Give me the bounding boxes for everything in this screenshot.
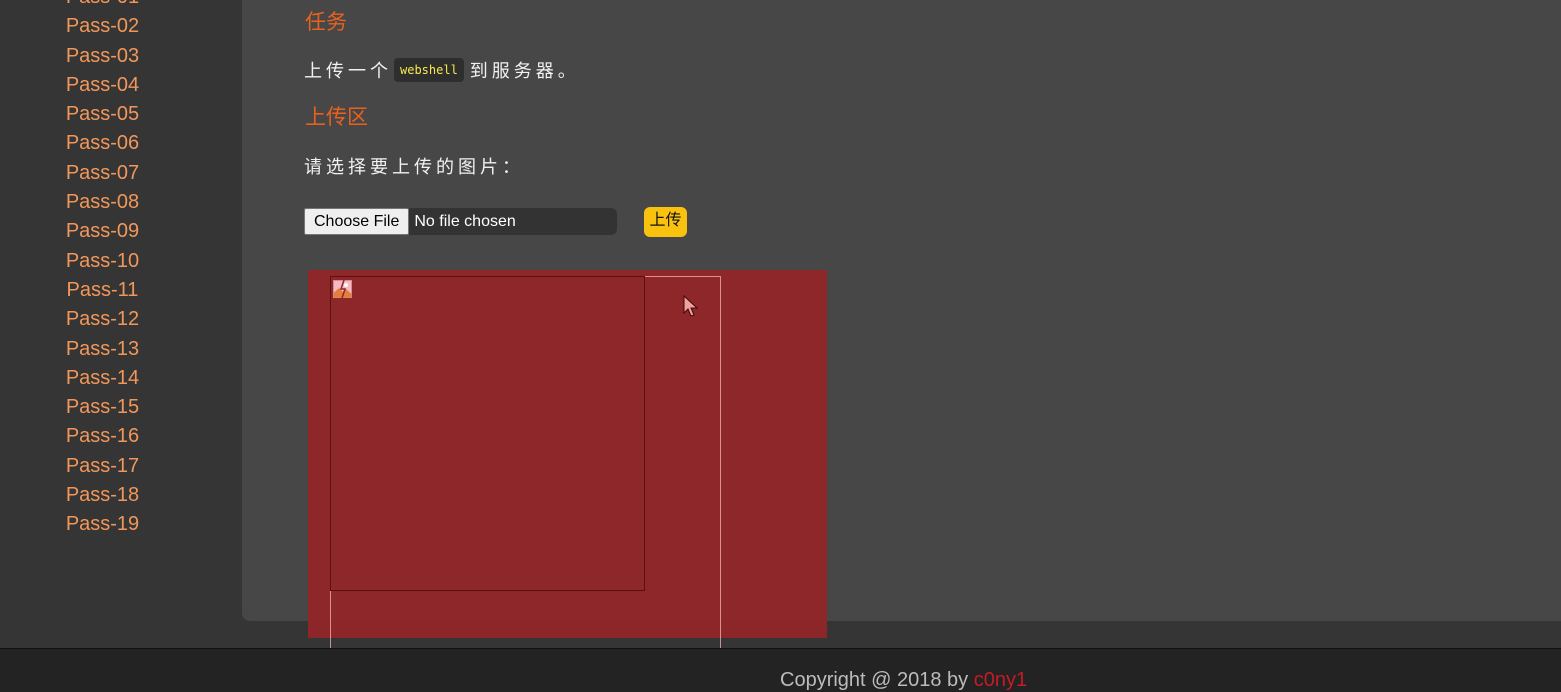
sidebar-item-pass-16[interactable]: Pass-16	[0, 422, 205, 451]
sidebar: Pass-01 Pass-02 Pass-03 Pass-04 Pass-05 …	[0, 0, 242, 648]
upload-button[interactable]: 上传	[644, 207, 687, 237]
sidebar-item-pass-05[interactable]: Pass-05	[0, 100, 205, 129]
sidebar-item-pass-15[interactable]: Pass-15	[0, 393, 205, 422]
copyright-label: Copyright @ 2018 by	[780, 669, 974, 691]
sidebar-item-pass-04[interactable]: Pass-04	[0, 71, 205, 100]
sidebar-item-pass-14[interactable]: Pass-14	[0, 364, 205, 393]
broken-image-icon	[333, 280, 352, 298]
cursor-icon	[683, 295, 699, 317]
upload-heading: 上传区	[305, 105, 368, 129]
sidebar-item-pass-09[interactable]: Pass-09	[0, 217, 205, 246]
sidebar-item-pass-08[interactable]: Pass-08	[0, 188, 205, 217]
author-link[interactable]: c0ny1	[974, 669, 1027, 691]
sidebar-item-pass-12[interactable]: Pass-12	[0, 305, 205, 334]
sidebar-item-pass-13[interactable]: Pass-13	[0, 335, 205, 364]
task-text-before: 上传一个	[304, 61, 392, 81]
sidebar-item-pass-19[interactable]: Pass-19	[0, 510, 205, 539]
task-heading: 任务	[305, 10, 347, 34]
upload-prompt: 请选择要上传的图片：	[304, 157, 524, 177]
sidebar-item-pass-18[interactable]: Pass-18	[0, 481, 205, 510]
webshell-code-chip: webshell	[394, 58, 464, 82]
sidebar-item-pass-17[interactable]: Pass-17	[0, 452, 205, 481]
task-text-after: 到服务器。	[469, 61, 580, 81]
sidebar-item-pass-10[interactable]: Pass-10	[0, 247, 205, 276]
file-input[interactable]: Choose File No file chosen	[304, 208, 618, 235]
copyright-text: Copyright @ 2018 by c0ny1	[780, 669, 1027, 692]
footer: Copyright @ 2018 by c0ny1	[0, 648, 1561, 692]
task-description: 上传一个 webshell 到服务器。	[304, 57, 580, 83]
uploaded-image-preview	[330, 276, 645, 591]
choose-file-button[interactable]: Choose File	[304, 208, 410, 235]
file-status-text: No file chosen	[409, 208, 618, 235]
sidebar-item-pass-03[interactable]: Pass-03	[0, 42, 205, 71]
sidebar-item-pass-02[interactable]: Pass-02	[0, 12, 205, 41]
sidebar-item-pass-06[interactable]: Pass-06	[0, 129, 205, 158]
sidebar-nav-list: Pass-01 Pass-02 Pass-03 Pass-04 Pass-05 …	[0, 0, 205, 540]
sidebar-item-pass-01[interactable]: Pass-01	[0, 0, 205, 12]
sidebar-item-pass-07[interactable]: Pass-07	[0, 159, 205, 188]
sidebar-item-pass-11[interactable]: Pass-11	[0, 276, 205, 305]
